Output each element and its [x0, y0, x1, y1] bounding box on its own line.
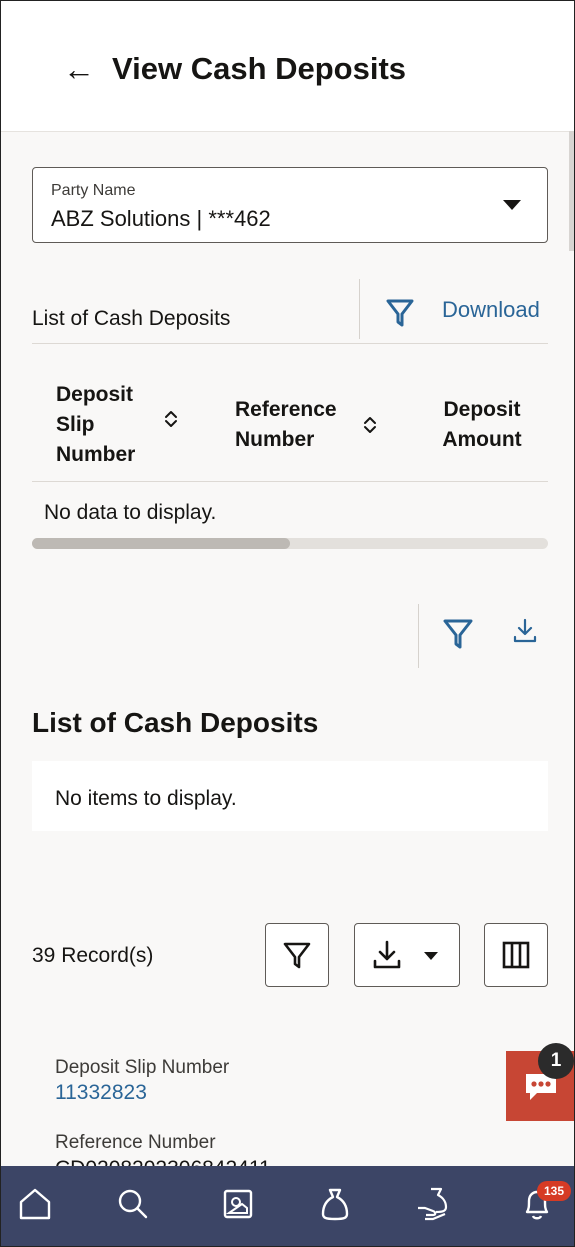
list-empty-message: No items to display. — [55, 787, 237, 810]
table-empty-message: No data to display. — [44, 501, 217, 524]
home-icon[interactable] — [15, 1184, 55, 1224]
horizontal-scrollbar[interactable] — [32, 538, 548, 549]
columns-icon — [502, 941, 530, 969]
caret-down-icon — [424, 952, 438, 960]
filter-icon[interactable] — [385, 295, 415, 329]
divider — [418, 604, 419, 668]
caret-down-icon — [503, 200, 521, 210]
download-menu-button[interactable] — [354, 923, 460, 987]
back-button[interactable]: ← — [63, 51, 95, 87]
chat-badge: 1 — [538, 1043, 574, 1079]
card-icon[interactable] — [218, 1184, 258, 1224]
divider — [359, 279, 360, 339]
sort-icon[interactable] — [363, 415, 377, 440]
column-header-label: Deposit Slip Number — [56, 383, 136, 466]
record-field-label: Deposit Slip Number — [55, 1057, 230, 1078]
column-header-deposit-amount[interactable]: Deposit Amount — [432, 395, 532, 455]
page-title: View Cash Deposits — [112, 51, 407, 86]
empty-list-card: No items to display. — [32, 761, 548, 831]
record-field-label: Reference Number — [55, 1132, 216, 1153]
party-name-value: ABZ Solutions | ***462 — [51, 206, 271, 231]
column-header-deposit-slip-number[interactable]: Deposit Slip Number — [56, 380, 156, 470]
page-header: ← View Cash Deposits — [1, 1, 574, 132]
bottom-navigation — [1, 1166, 574, 1246]
download-link[interactable]: Download — [442, 297, 540, 323]
record-count: 39 Record(s) — [32, 944, 154, 967]
vertical-scrollbar[interactable] — [569, 131, 574, 251]
column-header-label: Reference Number — [235, 398, 337, 451]
table-header: Deposit Slip Number Reference Number Deposi… — [32, 375, 548, 482]
party-name-select[interactable]: Party Name ABZ Solutions | ***462 — [32, 167, 548, 243]
notification-badge: 135 — [537, 1181, 571, 1201]
list-title: List of Cash Deposits — [32, 707, 319, 738]
download-icon — [373, 940, 401, 969]
table-title: List of Cash Deposits — [32, 307, 231, 330]
bag-icon[interactable] — [315, 1184, 355, 1224]
hand-money-icon[interactable] — [413, 1184, 453, 1224]
filter-icon — [283, 942, 311, 969]
filter-button[interactable] — [265, 923, 329, 987]
filter-icon[interactable] — [442, 615, 474, 651]
search-icon[interactable] — [113, 1184, 153, 1224]
column-header-label: Deposit Amount — [442, 398, 522, 451]
party-name-label: Party Name — [51, 182, 136, 199]
columns-button[interactable] — [484, 923, 548, 987]
deposit-slip-number-link[interactable]: 11332823 — [55, 1081, 147, 1105]
scrollbar-thumb[interactable] — [32, 538, 290, 549]
column-header-reference-number[interactable]: Reference Number — [235, 395, 355, 455]
download-icon[interactable] — [512, 617, 538, 645]
sort-icon[interactable] — [164, 409, 178, 434]
table-toolbar: List of Cash Deposits Download — [32, 279, 548, 344]
screen: ← View Cash Deposits Party Name ABZ Solu… — [0, 0, 575, 1247]
